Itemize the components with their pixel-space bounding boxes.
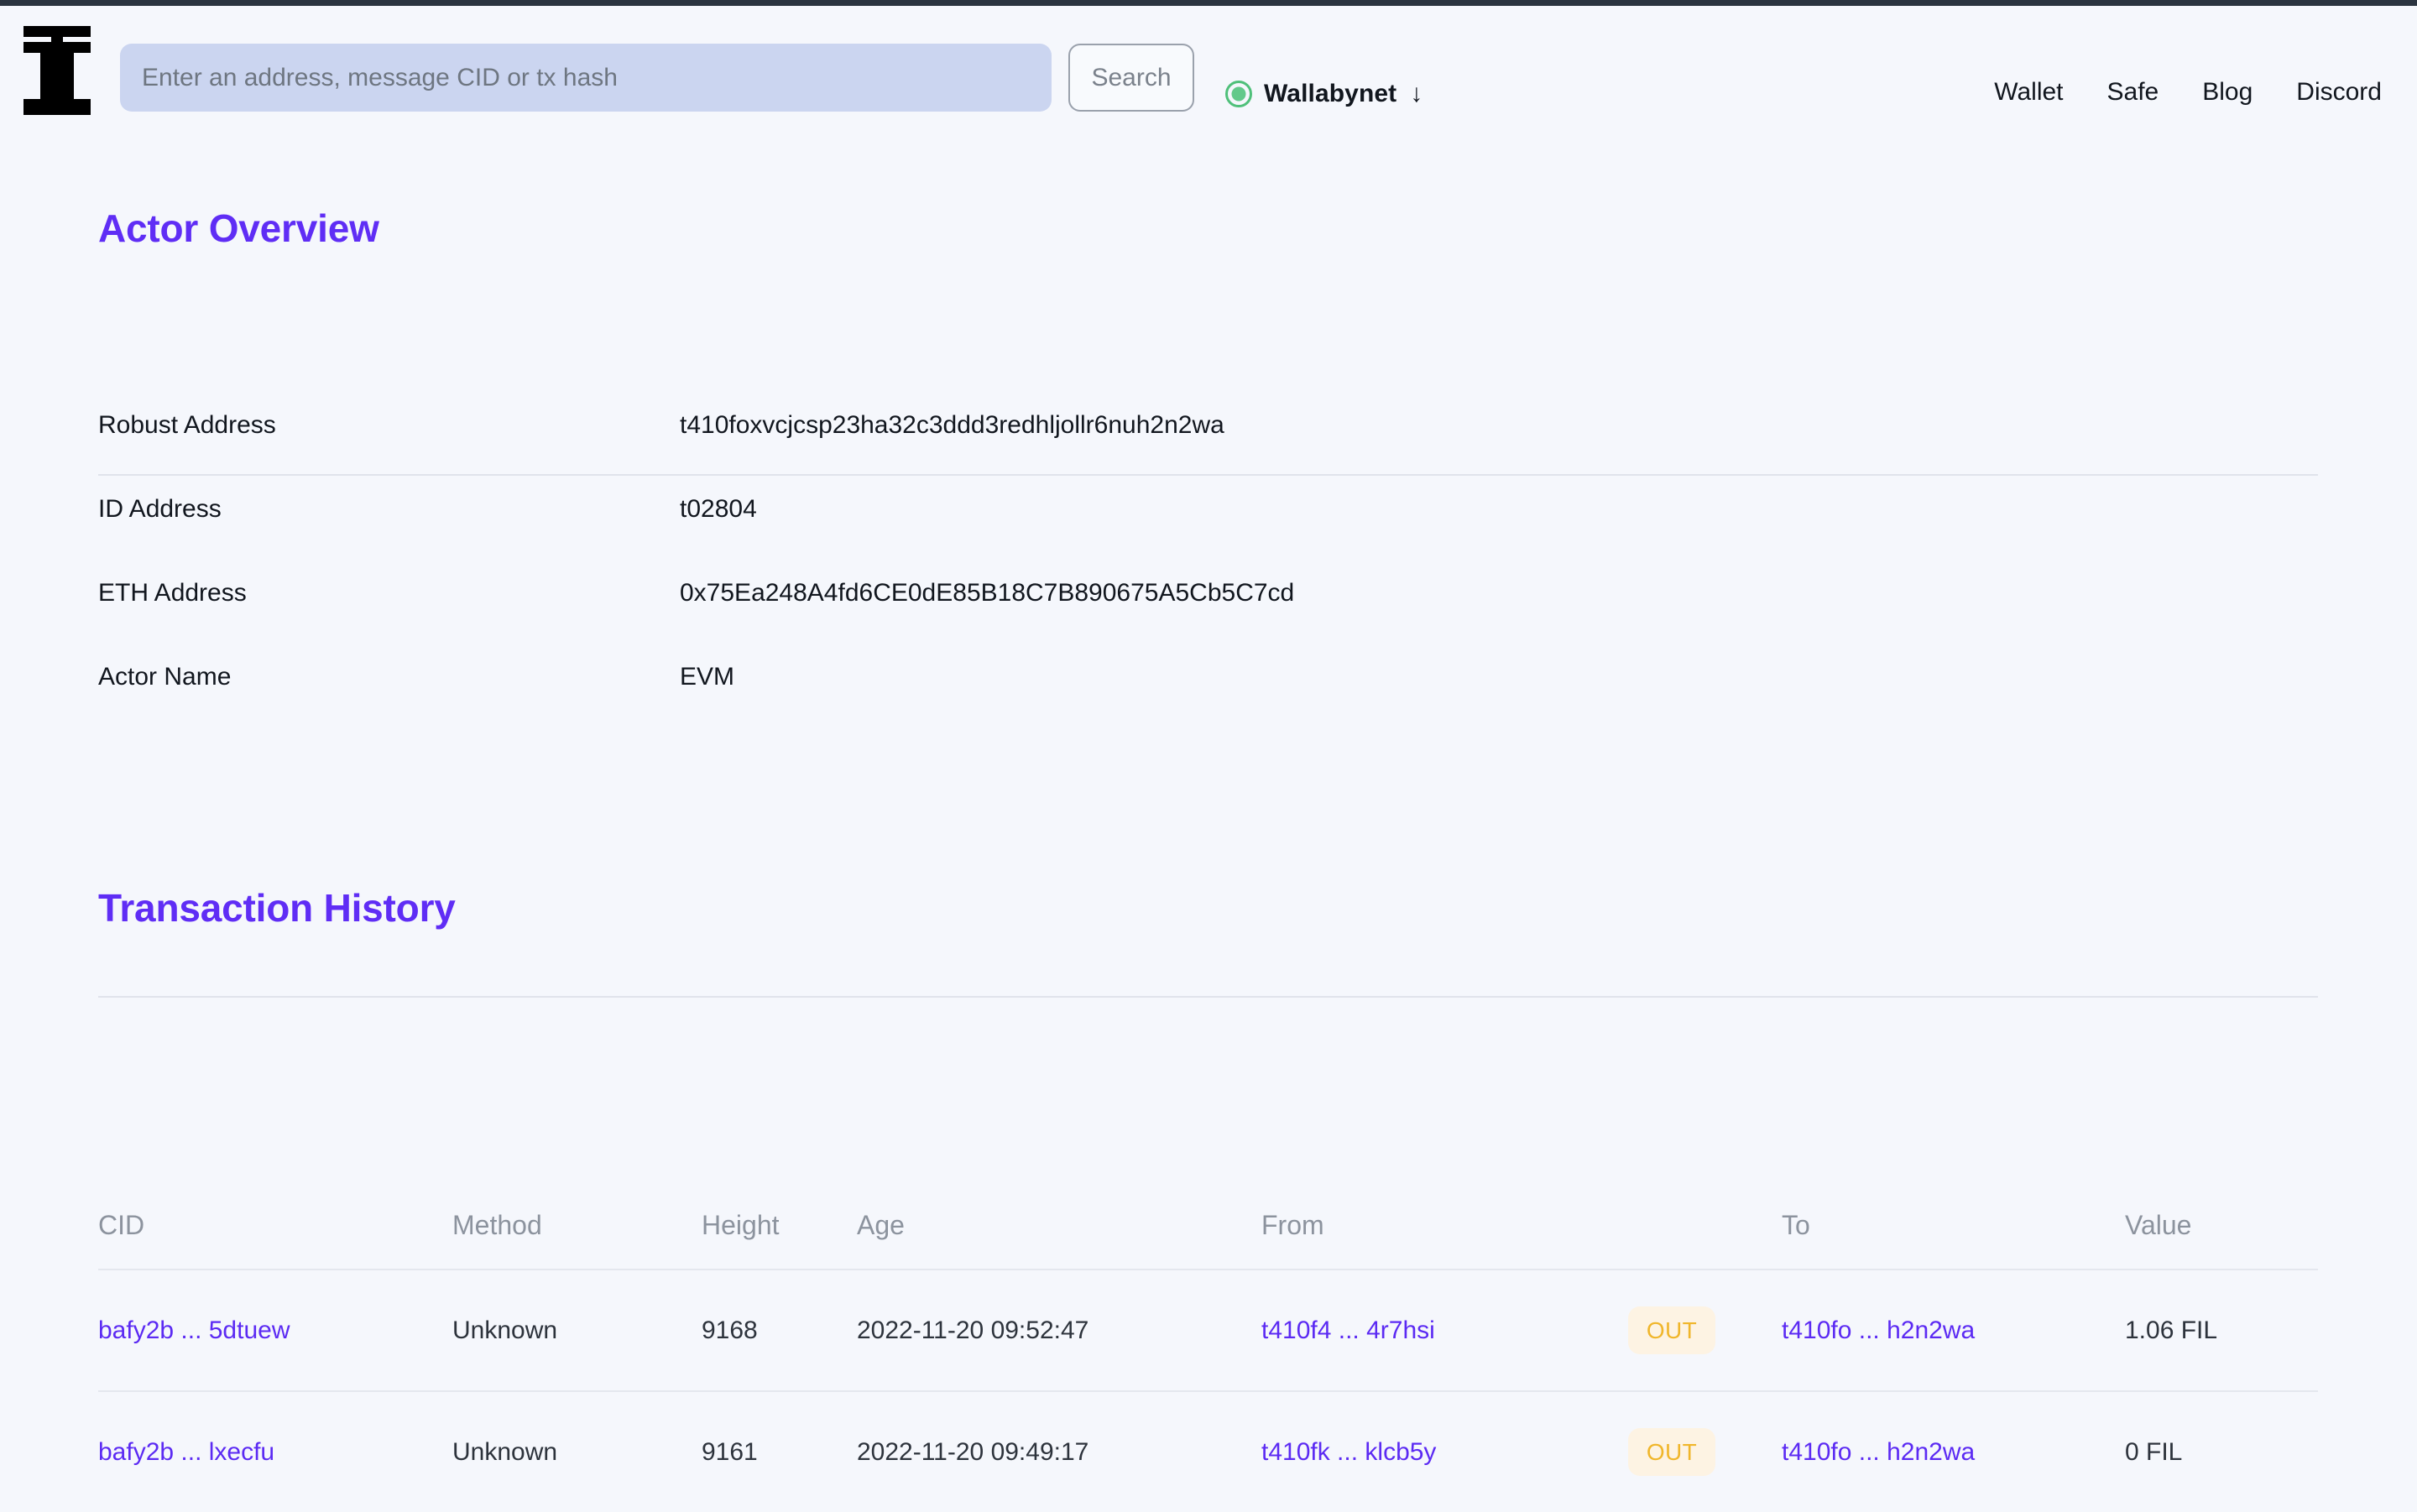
cell-age: 2022-11-20 09:49:17 xyxy=(857,1437,1089,1466)
table-row[interactable]: bafy2b ... 5dtuew Unknown 9168 2022-11-2… xyxy=(98,1270,2318,1390)
column-header-height[interactable]: Height xyxy=(702,1210,857,1241)
column-header-to[interactable]: To xyxy=(1782,1210,2125,1241)
overview-label: ID Address xyxy=(98,495,222,523)
cell-value: 0 FIL xyxy=(2125,1437,2183,1466)
table-row[interactable]: bafy2b ... lxecfu Unknown 9161 2022-11-2… xyxy=(98,1392,2318,1512)
cell-height: 9161 xyxy=(702,1437,758,1466)
cell-from-link[interactable]: t410fk ... klcb5y xyxy=(1261,1438,1436,1466)
transaction-history-divider xyxy=(98,996,2318,998)
cell-to-link[interactable]: t410fo ... h2n2wa xyxy=(1782,1438,1975,1466)
site-header: Search Wallabynet ↓ Wallet Safe Blog Dis… xyxy=(0,6,2417,157)
overview-row-robust-address: Robust Address t410foxvcjcsp23ha32c3ddd3… xyxy=(98,383,2318,467)
table-header-row: CID Method Height Age From To Value xyxy=(98,1182,2318,1269)
network-name-label: Wallabynet xyxy=(1264,80,1397,107)
nav-link-safe[interactable]: Safe xyxy=(2102,75,2164,110)
network-status-icon xyxy=(1225,81,1252,107)
cell-height: 9168 xyxy=(702,1316,758,1344)
search-button[interactable]: Search xyxy=(1068,44,1194,112)
nav-link-wallet[interactable]: Wallet xyxy=(1989,75,2068,110)
page-title-actor-overview: Actor Overview xyxy=(98,206,379,250)
status-badge: OUT xyxy=(1628,1306,1715,1354)
overview-label: ETH Address xyxy=(98,579,247,607)
chevron-down-icon: ↓ xyxy=(1410,80,1423,107)
overview-value: EVM xyxy=(680,663,735,691)
cell-cid-link[interactable]: bafy2b ... lxecfu xyxy=(98,1438,274,1466)
overview-value: t410foxvcjcsp23ha32c3ddd3redhljollr6nuh2… xyxy=(680,411,1224,439)
status-badge: OUT xyxy=(1628,1428,1715,1476)
column-header-method[interactable]: Method xyxy=(452,1210,702,1241)
network-selector[interactable]: Wallabynet ↓ xyxy=(1225,71,1423,117)
column-header-value[interactable]: Value xyxy=(2125,1210,2318,1241)
nav-link-discord[interactable]: Discord xyxy=(2291,75,2387,110)
cell-age: 2022-11-20 09:52:47 xyxy=(857,1316,1089,1344)
top-accent-bar xyxy=(0,0,2417,6)
column-header-cid[interactable]: CID xyxy=(98,1210,452,1241)
cell-from-link[interactable]: t410f4 ... 4r7hsi xyxy=(1261,1316,1435,1344)
overview-value: t02804 xyxy=(680,495,757,523)
overview-value: 0x75Ea248A4fd6CE0dE85B18C7B890675A5Cb5C7… xyxy=(680,579,1295,607)
page-title-transaction-history: Transaction History xyxy=(98,886,456,930)
cell-to-link[interactable]: t410fo ... h2n2wa xyxy=(1782,1316,1975,1344)
column-header-age[interactable]: Age xyxy=(857,1210,1261,1241)
overview-row-eth-address: ETH Address 0x75Ea248A4fd6CE0dE85B18C7B8… xyxy=(98,551,2318,635)
cell-cid-link[interactable]: bafy2b ... 5dtuew xyxy=(98,1316,290,1344)
cell-value: 1.06 FIL xyxy=(2125,1316,2218,1344)
overview-row-actor-name: Actor Name EVM xyxy=(98,635,2318,719)
overview-label: Robust Address xyxy=(98,411,276,439)
column-header-from[interactable]: From xyxy=(1261,1210,1628,1241)
cell-method: Unknown xyxy=(452,1316,558,1344)
nav-link-blog[interactable]: Blog xyxy=(2197,75,2258,110)
overview-row-id-address: ID Address t02804 xyxy=(98,467,2318,551)
main-nav: Wallet Safe Blog Discord xyxy=(1989,75,2387,110)
cell-method: Unknown xyxy=(452,1437,558,1466)
overview-label: Actor Name xyxy=(98,663,232,691)
search-field-wrapper xyxy=(120,44,1052,112)
transaction-table: CID Method Height Age From To Value bafy… xyxy=(98,1182,2318,1512)
beryx-logo-icon[interactable] xyxy=(18,21,96,120)
search-input[interactable] xyxy=(120,44,1052,112)
